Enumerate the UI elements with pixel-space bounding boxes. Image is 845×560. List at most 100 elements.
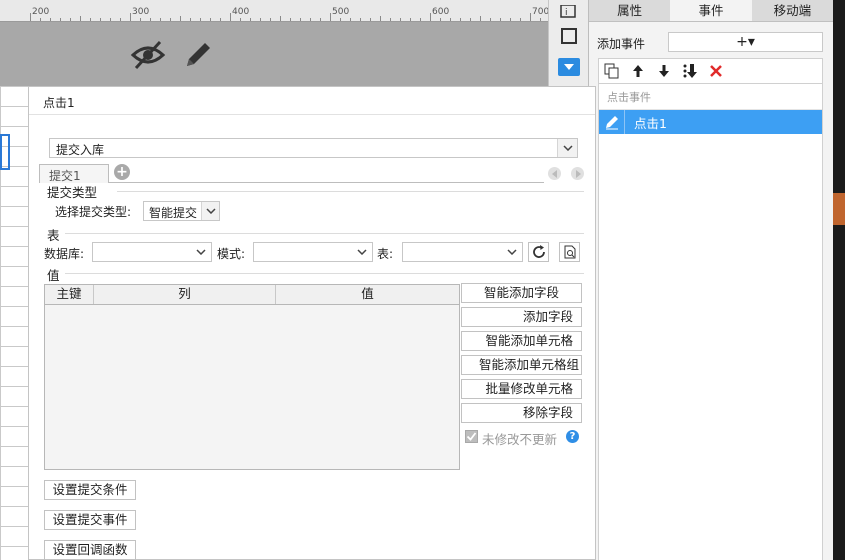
frame-icon[interactable] (556, 24, 582, 48)
ruler-tick (220, 18, 221, 21)
ruler-tick (180, 16, 181, 21)
ruler-tick (70, 18, 71, 21)
database-label: 数据库: (44, 247, 85, 261)
ruler-tick (270, 18, 271, 21)
ruler-tick (170, 18, 171, 21)
action-select-value: 提交入库 (56, 143, 105, 157)
action-select[interactable]: 提交入库 (49, 138, 578, 158)
ruler-tick (360, 18, 361, 21)
tab-submit-1[interactable]: 提交1 (39, 164, 109, 183)
ruler-tick (280, 16, 281, 21)
chevron-down-icon[interactable] (191, 243, 211, 261)
ruler-tick (90, 18, 91, 21)
ruler-tick (260, 18, 261, 21)
ruler-tick (400, 18, 401, 21)
ruler-tick (350, 18, 351, 21)
ruler-tick (190, 18, 191, 21)
section-divider (65, 273, 584, 274)
ruler-tick (250, 18, 251, 21)
ruler-label: 600 (432, 7, 450, 17)
skip-unmodified-label: 未修改不更新 (482, 432, 558, 447)
smart-add-cell-group-button[interactable]: 智能添加单元格组 (461, 355, 582, 375)
set-submit-condition-button[interactable]: 设置提交条件 (44, 480, 136, 500)
ruler-tick (30, 13, 31, 21)
scroll-left-icon[interactable] (548, 167, 561, 180)
smart-add-field-button[interactable]: 智能添加字段 (461, 283, 582, 303)
add-event-label: 添加事件 (597, 37, 646, 51)
remove-field-button[interactable]: 移除字段 (461, 403, 582, 423)
dropdown-widget-icon[interactable] (558, 58, 580, 76)
ruler-tick (50, 18, 51, 21)
delete-icon[interactable] (707, 62, 725, 80)
eye-hidden-icon[interactable] (130, 40, 166, 70)
table-header: 主键 列 值 (45, 285, 459, 305)
submit-type-select[interactable]: 智能提交 (143, 201, 220, 221)
field-value-table: 主键 列 值 (44, 284, 460, 470)
chevron-down-icon[interactable] (201, 202, 219, 220)
ruler-tick (290, 18, 291, 21)
pencil-icon[interactable] (183, 38, 215, 70)
ruler-tick (120, 18, 121, 21)
ruler-label: 400 (232, 7, 250, 17)
set-submit-event-button[interactable]: 设置提交事件 (44, 510, 136, 530)
ruler-tick (540, 18, 541, 21)
copy-icon[interactable] (603, 62, 621, 80)
chevron-down-icon[interactable] (352, 243, 372, 261)
edit-pencil-icon[interactable] (599, 110, 625, 134)
ruler-tick (530, 13, 531, 21)
ruler-tick (440, 18, 441, 21)
refresh-icon[interactable] (528, 242, 549, 262)
table-select[interactable] (402, 242, 523, 262)
schema-label: 模式: (217, 247, 246, 261)
ruler-tick (60, 18, 61, 21)
batch-modify-cells-button[interactable]: 批量修改单元格 (461, 379, 582, 399)
column-header-value: 值 (361, 286, 374, 301)
arrow-down-icon[interactable] (655, 62, 673, 80)
ruler-tick (150, 18, 151, 21)
ruler-tick (130, 13, 131, 21)
tab-properties[interactable]: 属性 (589, 0, 670, 21)
window-edge (833, 0, 845, 560)
set-callback-button[interactable]: 设置回调函数 (44, 540, 136, 560)
info-icon[interactable]: i (556, 0, 582, 24)
event-list-item[interactable]: 点击1 (599, 110, 822, 134)
ruler-tick (500, 18, 501, 21)
chevron-down-icon[interactable] (502, 243, 522, 261)
scroll-right-icon[interactable] (571, 167, 584, 180)
arrow-up-icon[interactable] (629, 62, 647, 80)
section-submit-type: 提交类型 (47, 185, 98, 200)
tab-events[interactable]: 事件 (670, 0, 752, 21)
move-to-bottom-icon[interactable] (681, 62, 699, 80)
ruler-tick (200, 18, 201, 21)
ruler-tick (510, 18, 511, 21)
selected-cell (0, 134, 10, 170)
ruler-tick (410, 18, 411, 21)
help-icon[interactable]: ? (566, 430, 579, 443)
submit-type-label: 选择提交类型: (55, 205, 132, 219)
add-tab-icon[interactable]: + (114, 164, 130, 180)
svg-text:i: i (565, 8, 568, 18)
ruler-tick (320, 18, 321, 21)
event-list: 点击事件 点击1 (598, 84, 823, 560)
schema-select[interactable] (253, 242, 373, 262)
database-select[interactable] (92, 242, 212, 262)
ruler-tick (480, 16, 481, 21)
add-field-button[interactable]: 添加字段 (461, 307, 582, 327)
skip-unmodified-checkbox[interactable] (465, 430, 478, 443)
section-values: 值 (47, 268, 60, 283)
ruler-tick (450, 18, 451, 21)
ruler-tick (370, 18, 371, 21)
ruler-tick (470, 18, 471, 21)
add-event-button[interactable]: +▾ (668, 32, 823, 52)
ruler-tick (330, 13, 331, 21)
add-event-row: 添加事件 +▾ (597, 32, 823, 52)
chevron-down-icon[interactable] (557, 139, 577, 157)
smart-add-cell-button[interactable]: 智能添加单元格 (461, 331, 582, 351)
preview-icon[interactable] (559, 242, 580, 262)
tab-mobile[interactable]: 移动端 (752, 0, 833, 21)
spreadsheet-grid (0, 86, 30, 560)
event-toolbar (598, 58, 823, 84)
column-header-column: 列 (94, 285, 276, 304)
ruler-tick (520, 18, 521, 21)
ruler-tick (210, 18, 211, 21)
